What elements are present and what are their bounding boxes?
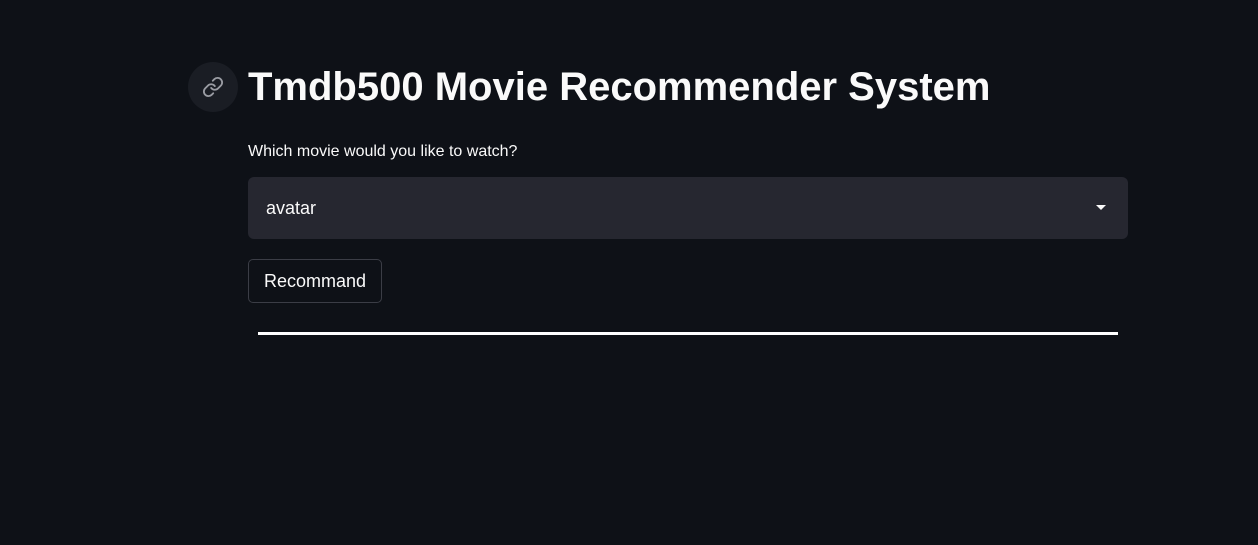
link-icon[interactable] (188, 62, 238, 112)
caret-down-icon[interactable] (1096, 205, 1106, 210)
movie-select-label: Which movie would you like to watch? (248, 143, 518, 160)
recommend-button[interactable]: Recommand (248, 259, 383, 303)
title-row (188, 62, 238, 112)
app-page: Tmdb500 Movie Recommender System Which m… (0, 0, 1258, 545)
divider (258, 332, 1118, 335)
movie-select-value: avatar (266, 198, 317, 218)
movie-select[interactable]: avatar (248, 177, 1128, 239)
page-title: Tmdb500 Movie Recommender System (248, 65, 991, 109)
